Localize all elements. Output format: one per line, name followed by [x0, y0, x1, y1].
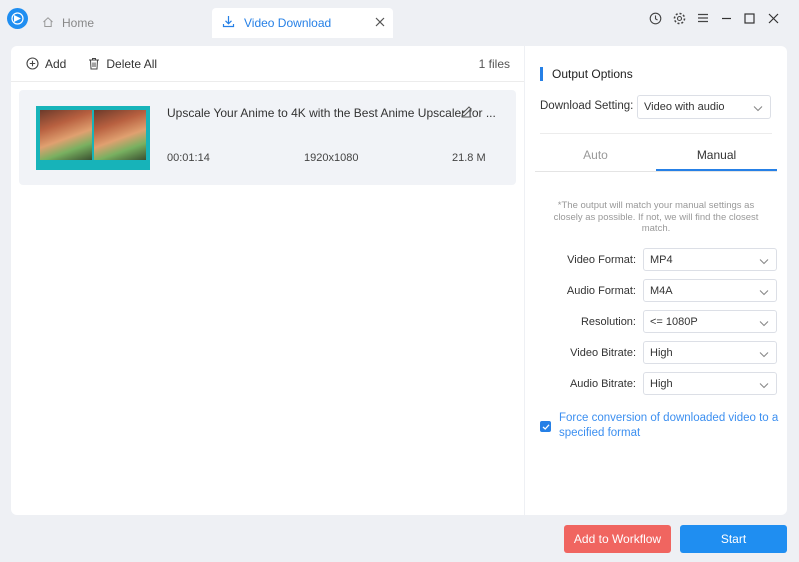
- chevron-down-icon: [759, 287, 769, 299]
- video-format-label: Video Format:: [567, 254, 636, 266]
- force-conversion-label[interactable]: Force conversion of downloaded video to …: [559, 411, 779, 441]
- chevron-down-icon: [759, 380, 769, 392]
- mode-tabs: Auto Manual: [535, 148, 777, 172]
- checkmark-icon: [542, 423, 549, 430]
- video-bitrate-value: High: [650, 346, 673, 359]
- download-setting-value: Video with audio: [644, 101, 725, 113]
- chevron-down-icon: [753, 103, 763, 115]
- add-label: Add: [45, 56, 67, 71]
- file-title: Upscale Your Anime to 4K with the Best A…: [167, 106, 496, 120]
- audio-format-select[interactable]: M4A: [643, 279, 777, 302]
- tab-close-icon[interactable]: [375, 16, 385, 30]
- audio-bitrate-select[interactable]: High: [643, 372, 777, 395]
- tab-auto[interactable]: Auto: [535, 148, 656, 171]
- title-bar: Home Video Download: [0, 0, 799, 38]
- output-options-header: Output Options: [540, 67, 633, 81]
- tab-home-label: Home: [62, 16, 95, 30]
- video-format-select[interactable]: MP4: [643, 248, 777, 271]
- force-conversion-row: Force conversion of downloaded video to …: [540, 411, 779, 441]
- chevron-down-icon: [759, 318, 769, 330]
- video-thumbnail: [36, 106, 150, 170]
- edit-icon[interactable]: [460, 105, 473, 121]
- menu-icon[interactable]: [691, 9, 715, 27]
- resolution-value: <= 1080P: [650, 315, 698, 328]
- trash-icon: [89, 58, 100, 70]
- app-logo-icon: [7, 8, 28, 29]
- tab-home[interactable]: Home: [40, 8, 190, 38]
- minimize-icon[interactable]: [715, 9, 739, 27]
- add-button[interactable]: Add: [26, 57, 66, 71]
- download-setting-label: Download Setting:: [540, 100, 634, 112]
- audio-format-value: M4A: [650, 284, 673, 297]
- chevron-down-icon: [759, 349, 769, 361]
- audio-bitrate-value: High: [650, 377, 673, 390]
- history-icon[interactable]: [644, 9, 668, 27]
- delete-all-label: Delete All: [106, 56, 158, 71]
- video-bitrate-label: Video Bitrate:: [570, 347, 636, 359]
- video-bitrate-select[interactable]: High: [643, 341, 777, 364]
- add-icon: [26, 57, 39, 70]
- file-toolbar: Add Delete All 1 files: [11, 46, 524, 82]
- resolution-label: Resolution:: [580, 316, 636, 328]
- file-duration: 00:01:14: [167, 152, 210, 164]
- download-icon: [222, 15, 235, 31]
- divider: [540, 133, 772, 134]
- chevron-down-icon: [759, 256, 769, 268]
- add-to-workflow-button[interactable]: Add to Workflow: [564, 525, 671, 553]
- video-format-value: MP4: [650, 253, 673, 266]
- output-options-panel: Output Options Download Setting: Video w…: [525, 46, 787, 515]
- start-button[interactable]: Start: [680, 525, 787, 553]
- settings-icon[interactable]: [668, 9, 692, 27]
- manual-settings-note: *The output will match your manual setti…: [553, 200, 759, 234]
- delete-all-button[interactable]: Delete All: [88, 57, 157, 71]
- resolution-select[interactable]: <= 1080P: [643, 310, 777, 333]
- audio-bitrate-label: Audio Bitrate:: [569, 378, 636, 390]
- download-setting-select[interactable]: Video with audio: [637, 95, 771, 119]
- home-icon: [42, 16, 54, 31]
- file-resolution: 1920x1080: [304, 152, 359, 164]
- file-size: 21.8 M: [452, 152, 486, 164]
- close-icon[interactable]: [762, 9, 786, 27]
- file-item[interactable]: Upscale Your Anime to 4K with the Best A…: [19, 90, 516, 185]
- files-count: 1 files: [478, 56, 510, 71]
- window-controls: [644, 9, 785, 27]
- force-conversion-checkbox[interactable]: [540, 421, 551, 432]
- tab-manual[interactable]: Manual: [656, 148, 777, 171]
- tab-video-download[interactable]: Video Download: [212, 8, 393, 38]
- maximize-icon[interactable]: [738, 9, 762, 27]
- audio-format-label: Audio Format:: [566, 285, 636, 297]
- tab-video-download-label: Video Download: [244, 16, 332, 30]
- file-list-panel: Add Delete All 1 files Upscale Your Anim…: [11, 46, 524, 515]
